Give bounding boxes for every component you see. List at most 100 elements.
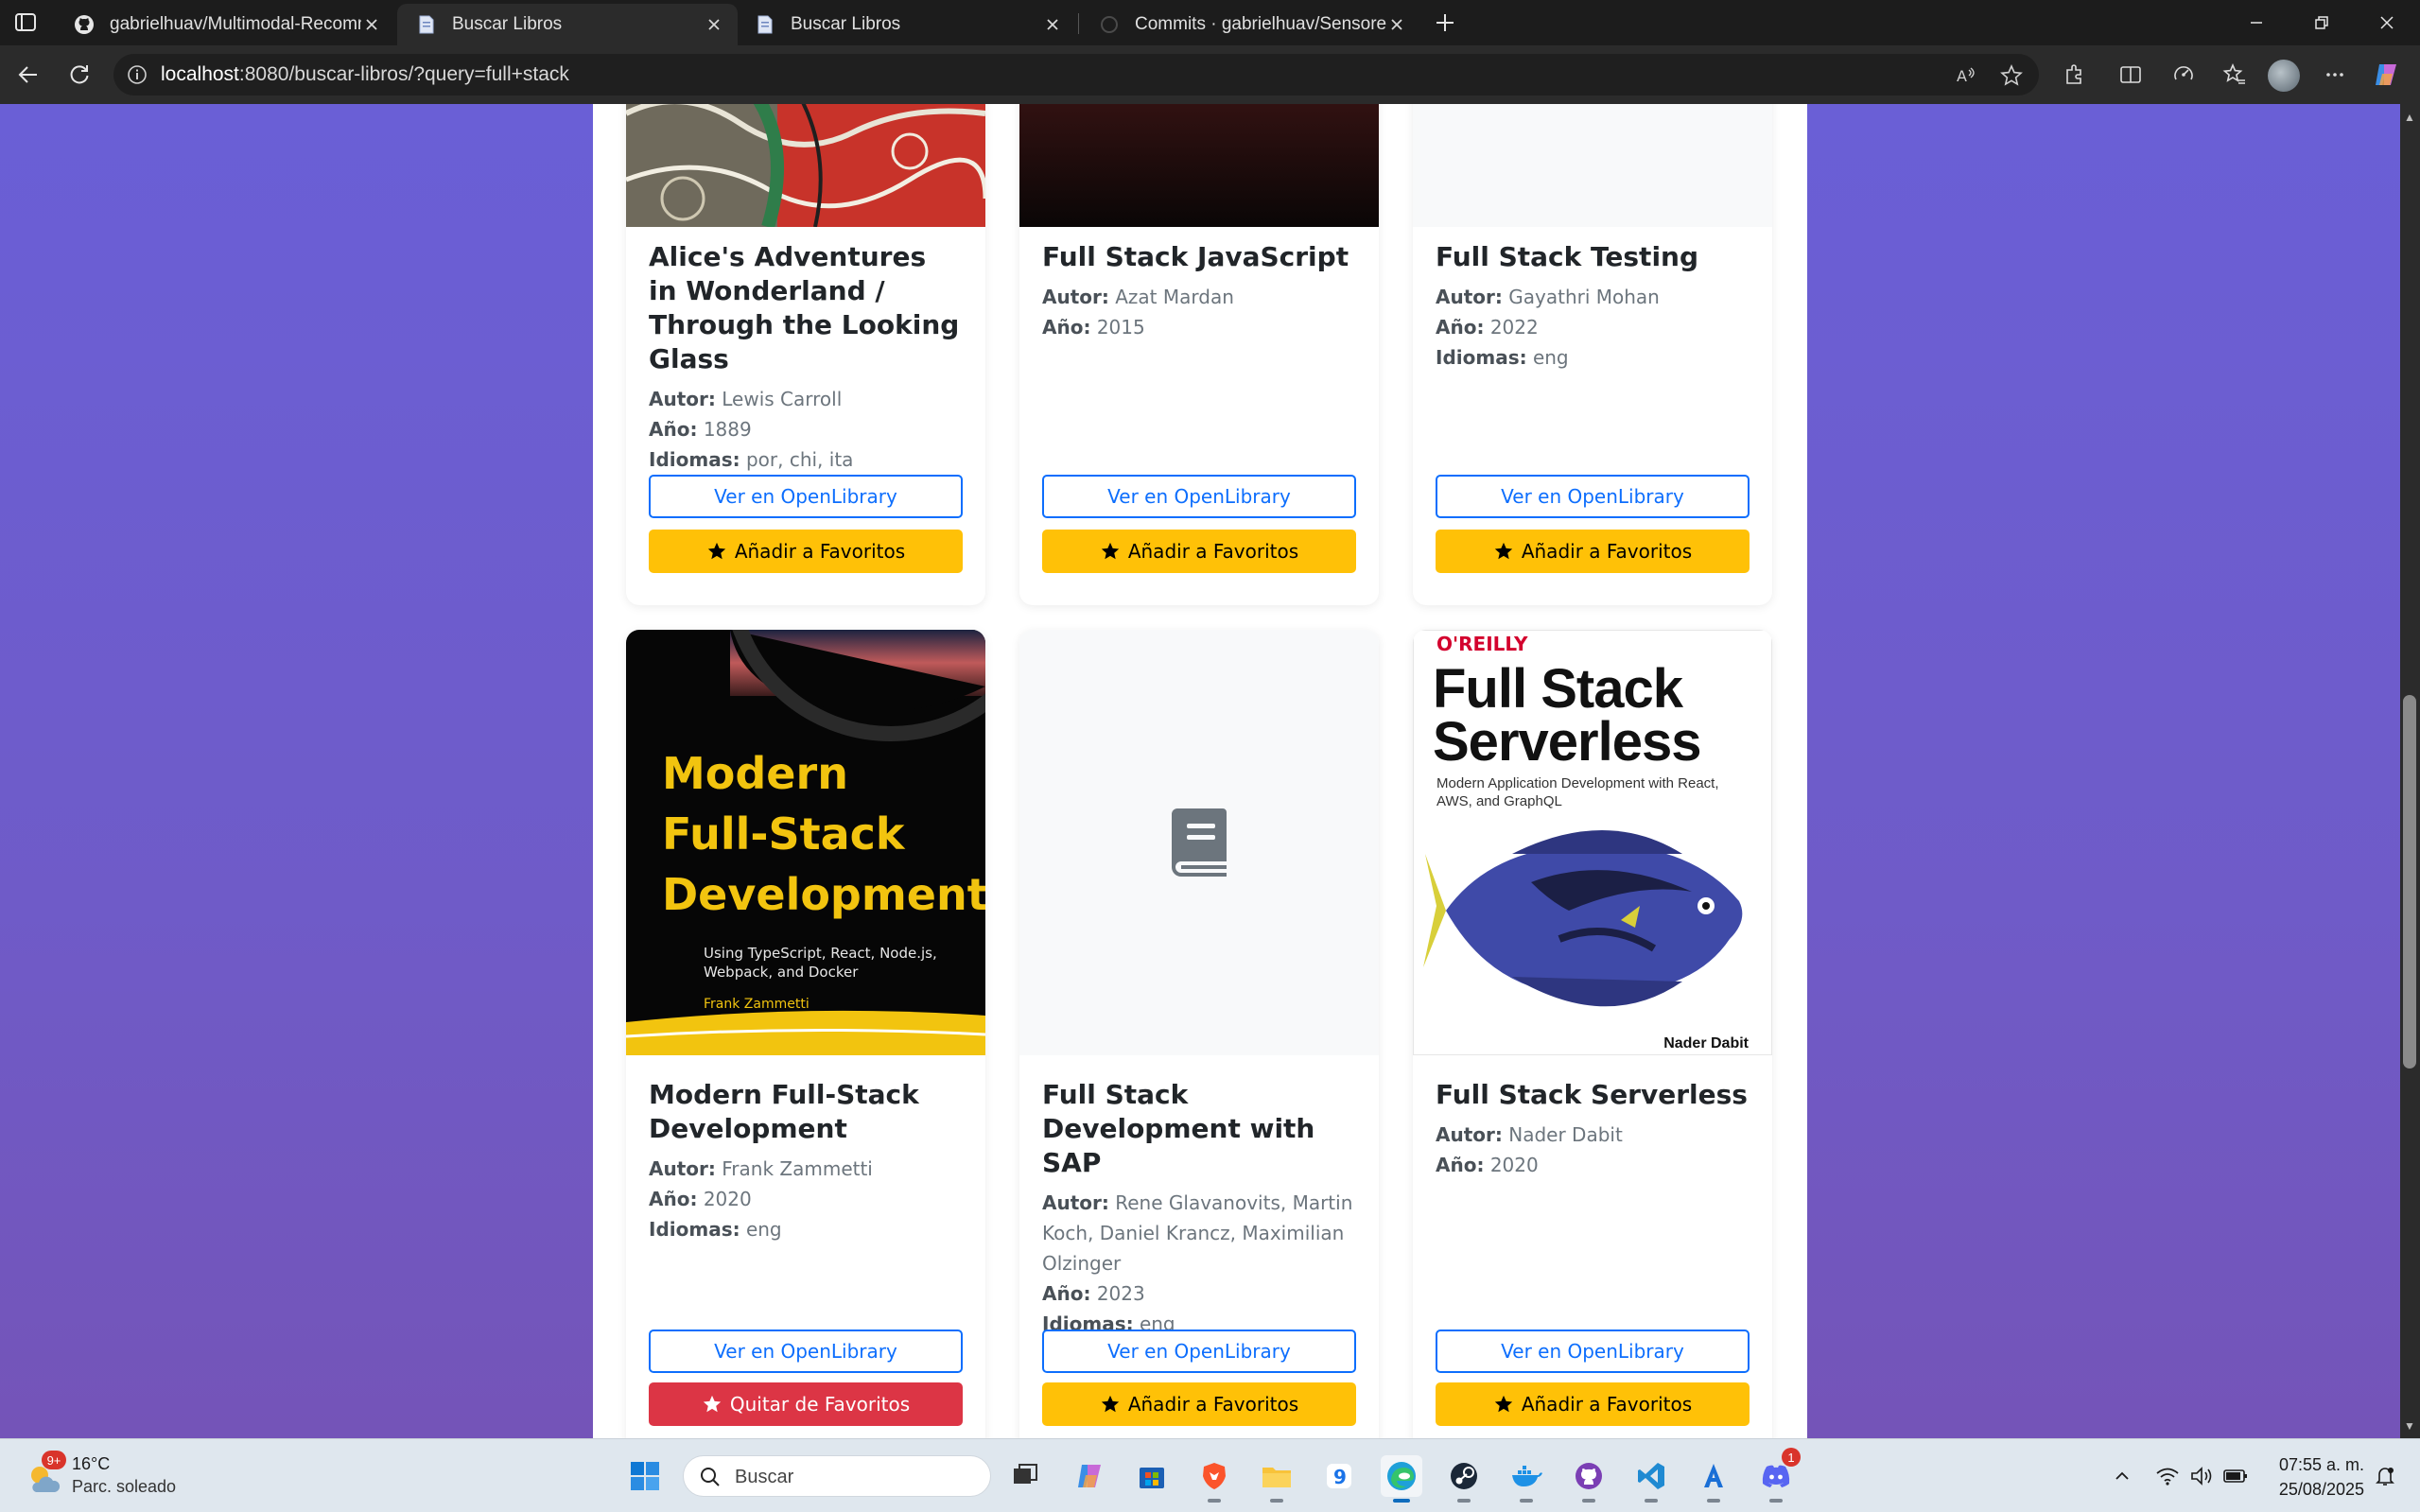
close-icon[interactable] <box>704 14 724 35</box>
add-favorite-button[interactable]: Añadir a Favoritos <box>1042 1382 1356 1426</box>
view-openlibrary-button[interactable]: Ver en OpenLibrary <box>1436 475 1750 518</box>
back-button[interactable] <box>11 58 45 92</box>
search-placeholder: Buscar <box>735 1467 794 1487</box>
performance-icon[interactable] <box>2168 59 2200 91</box>
microsoft-store-app[interactable] <box>1131 1455 1173 1497</box>
volume-icon[interactable] <box>2188 1463 2215 1489</box>
split-screen-icon[interactable] <box>2115 59 2147 91</box>
translator-app[interactable] <box>1693 1455 1734 1503</box>
copilot-app[interactable] <box>1069 1455 1110 1497</box>
task-view-icon <box>1014 1464 1037 1484</box>
wifi-icon[interactable] <box>2154 1463 2181 1489</box>
add-favorite-button[interactable]: Añadir a Favoritos <box>1436 530 1750 573</box>
cover-author: Frank Zammetti <box>704 997 810 1012</box>
author-value: Azat Mardan <box>1115 286 1234 308</box>
book-year: Año: 2023 <box>1042 1278 1356 1309</box>
tab-buscar-libros-active[interactable]: Buscar Libros <box>397 4 738 45</box>
window-close-button[interactable] <box>2359 0 2415 45</box>
brave-app[interactable] <box>1193 1455 1235 1503</box>
refresh-button[interactable] <box>62 58 96 92</box>
windows-icon <box>631 1462 659 1490</box>
book-languages: Idiomas: eng <box>1436 342 1750 373</box>
cover-title: Full Stack Serverless <box>1433 662 1764 773</box>
steam-icon <box>1451 1463 1477 1489</box>
add-favorite-button[interactable]: Añadir a Favoritos <box>1436 1382 1750 1426</box>
fish-illustration <box>1423 830 1743 1007</box>
book-languages: Idiomas: por, chi, ita <box>649 444 963 475</box>
taskbar-search[interactable]: Buscar <box>683 1455 991 1497</box>
discord-app[interactable]: 1 <box>1755 1448 1801 1503</box>
favorites-icon[interactable] <box>2219 59 2251 91</box>
add-favorite-button[interactable]: Añadir a Favoritos <box>1042 530 1356 573</box>
notification-badge: 1 <box>1782 1448 1801 1467</box>
github-desktop-app[interactable] <box>1568 1455 1610 1503</box>
restore-button[interactable] <box>2293 0 2350 45</box>
author-value: Frank Zammetti <box>722 1157 873 1180</box>
book-author: Autor: Nader Dabit <box>1436 1120 1750 1150</box>
view-openlibrary-button[interactable]: Ver en OpenLibrary <box>1042 1330 1356 1373</box>
notifications-bell-icon[interactable] <box>2372 1463 2398 1489</box>
favorite-star-icon[interactable] <box>1999 63 2024 88</box>
languages-label: Idiomas: <box>649 1218 740 1241</box>
more-options-icon[interactable] <box>2319 59 2351 91</box>
add-favorite-button[interactable]: Añadir a Favoritos <box>649 530 963 573</box>
add-favorite-label: Añadir a Favoritos <box>1127 540 1299 563</box>
show-hidden-icons-chevron-icon[interactable] <box>2109 1463 2135 1489</box>
battery-icon[interactable] <box>2222 1463 2249 1489</box>
file-explorer-app[interactable] <box>1256 1455 1297 1503</box>
docker-app[interactable] <box>1506 1455 1547 1503</box>
author-label: Autor: <box>649 388 716 410</box>
site-info-icon[interactable] <box>127 64 148 85</box>
book-cover-image <box>1019 104 1379 227</box>
book-languages: Idiomas: eng <box>649 1214 963 1244</box>
extensions-icon[interactable] <box>2058 59 2090 91</box>
pinned-app-9[interactable]: 9 <box>1318 1455 1360 1497</box>
start-button[interactable] <box>624 1455 666 1497</box>
year-value: 2020 <box>1489 1154 1539 1176</box>
book-author: Autor: Rene Glavanovits, Martin Koch, Da… <box>1042 1188 1356 1278</box>
cover-subtitle: Modern Application Development with Reac… <box>1436 774 1758 810</box>
address-bar[interactable]: localhost:8080/buscar-libros/?query=full… <box>113 54 2039 96</box>
book-author: Autor: Azat Mardan <box>1042 282 1356 312</box>
cover-author: Nader Dabit <box>1663 1035 1749 1051</box>
system-clock[interactable]: 07:55 a. m. 25/08/2025 <box>2260 1452 2364 1502</box>
star-icon <box>707 542 725 560</box>
book-title: Full Stack JavaScript <box>1042 241 1349 272</box>
minimize-button[interactable] <box>2228 0 2285 45</box>
weather-widget[interactable]: 9+ 16°C Parc. soleado <box>25 1451 214 1502</box>
scroll-down-arrow-icon[interactable]: ▼ <box>2402 1418 2417 1434</box>
vscode-app[interactable] <box>1630 1455 1672 1503</box>
close-icon[interactable] <box>1386 14 1407 35</box>
view-openlibrary-button[interactable]: Ver en OpenLibrary <box>1042 475 1356 518</box>
read-aloud-icon[interactable]: A <box>1954 63 1978 88</box>
cover-title-line: Serverless <box>1433 711 1701 773</box>
task-view-button[interactable] <box>1004 1455 1046 1497</box>
book-card: O'REILLY Full Stack Serverless Modern Ap… <box>1413 630 1772 1438</box>
copilot-icon <box>1078 1465 1101 1487</box>
remove-favorite-button[interactable]: Quitar de Favoritos <box>649 1382 963 1426</box>
view-openlibrary-button[interactable]: Ver en OpenLibrary <box>649 1330 963 1373</box>
scroll-up-arrow-icon[interactable]: ▲ <box>2402 110 2417 125</box>
steam-app[interactable] <box>1443 1455 1485 1503</box>
book-author: Autor: Lewis Carroll <box>649 384 963 414</box>
edge-app[interactable] <box>1381 1455 1422 1503</box>
book-cover-placeholder <box>1413 104 1772 227</box>
scrollbar-thumb[interactable] <box>2403 695 2416 1069</box>
star-icon <box>1494 542 1512 560</box>
github-icon <box>74 14 95 35</box>
tab-commits[interactable]: Commits · gabrielhuav/Sensores_I <box>1080 4 1420 45</box>
view-openlibrary-button[interactable]: Ver en OpenLibrary <box>1436 1330 1750 1373</box>
star-icon <box>1494 1395 1512 1413</box>
profile-avatar[interactable] <box>2268 60 2300 92</box>
copilot-icon[interactable] <box>2370 59 2402 91</box>
tab-buscar-libros[interactable]: Buscar Libros <box>736 4 1076 45</box>
year-label: Año: <box>1042 316 1091 339</box>
close-icon[interactable] <box>1042 14 1063 35</box>
tab-github-multimodal[interactable]: gabrielhuav/Multimodal-Recomm <box>55 4 395 45</box>
view-openlibrary-button[interactable]: Ver en OpenLibrary <box>649 475 963 518</box>
new-tab-button[interactable] <box>1430 8 1460 38</box>
tab-actions-icon[interactable] <box>13 11 40 34</box>
book-year: Año: 2015 <box>1042 312 1356 342</box>
close-icon[interactable] <box>361 14 382 35</box>
discord-icon <box>1762 1465 1790 1487</box>
